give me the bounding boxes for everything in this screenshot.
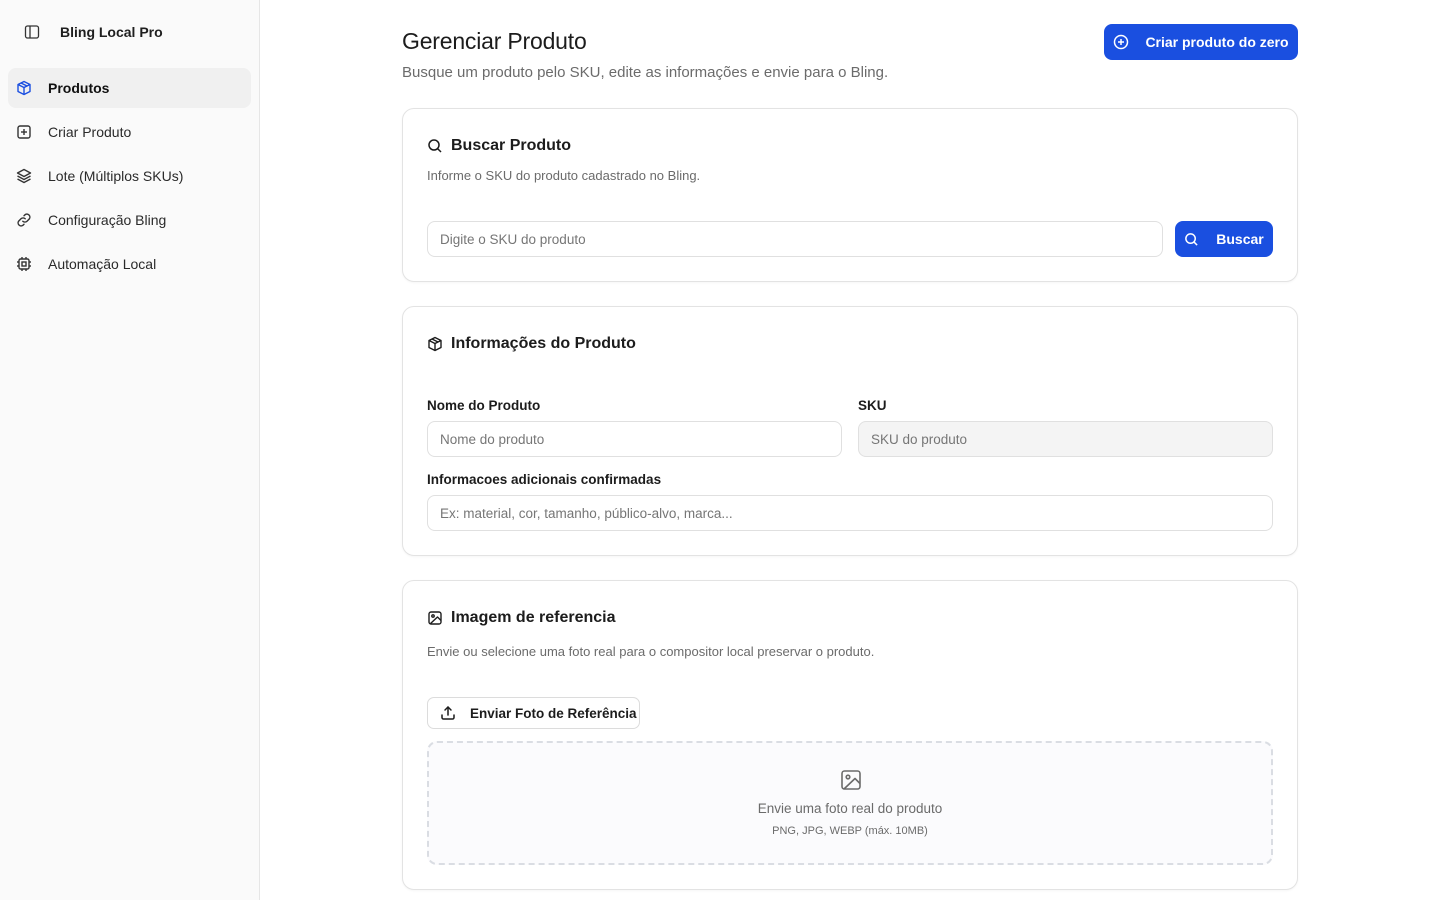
search-button-label: Buscar [1216, 231, 1264, 247]
layers-icon [16, 168, 32, 184]
search-icon [427, 138, 443, 154]
search-card-title-text: Buscar Produto [451, 137, 572, 154]
plus-square-icon [16, 124, 32, 140]
image-placeholder-icon [840, 769, 862, 791]
search-button[interactable]: Buscar [1175, 221, 1273, 257]
sidebar-item-criar-produto[interactable]: Criar Produto [8, 112, 251, 152]
create-product-label: Criar produto do zero [1145, 34, 1289, 50]
product-info-card: Informações do Produto Nome do Produto S… [402, 306, 1298, 556]
reference-image-card-description: Envie ou selecione uma foto real para o … [427, 644, 875, 659]
sidebar-nav: Produtos Criar Produto Lote (Múltiplos S… [8, 68, 251, 288]
sidebar-item-produtos[interactable]: Produtos [8, 68, 251, 108]
search-card-description: Informe o SKU do produto cadastrado no B… [427, 168, 701, 183]
sidebar-item-label: Produtos [48, 80, 110, 96]
reference-image-card-title: Imagem de referencia [427, 609, 616, 627]
app-name: Bling Local Pro [60, 24, 163, 40]
product-name-label: Nome do Produto [427, 398, 541, 413]
search-icon [1184, 232, 1199, 247]
search-card-title: Buscar Produto [427, 137, 571, 155]
page-title: Gerenciar Produto [402, 28, 587, 54]
dropzone-hint: PNG, JPG, WEBP (máx. 10MB) [772, 825, 928, 837]
sku-input [858, 421, 1273, 457]
sidebar-item-lote[interactable]: Lote (Múltiplos SKUs) [8, 156, 251, 196]
reference-image-card-title-text: Imagem de referencia [451, 609, 616, 626]
page-subtitle: Busque um produto pelo SKU, edite as inf… [402, 64, 889, 81]
reference-image-card: Imagem de referencia Envie ou selecione … [402, 580, 1298, 890]
dropzone-title: Envie uma foto real do produto [757, 801, 943, 816]
sidebar-header: Bling Local Pro [24, 22, 163, 42]
product-info-card-title: Informações do Produto [427, 335, 636, 353]
upload-reference-button[interactable]: Enviar Foto de Referência [427, 697, 640, 729]
extra-info-label: Informacoes adicionais confirmadas [427, 472, 662, 487]
cpu-icon [16, 256, 32, 272]
package-icon [16, 80, 32, 96]
extra-info-input[interactable] [427, 495, 1273, 531]
upload-icon [440, 705, 456, 721]
image-icon [427, 610, 443, 626]
link-icon [16, 212, 32, 228]
sku-label: SKU [858, 398, 887, 413]
package-icon [427, 336, 443, 352]
upload-reference-label: Enviar Foto de Referência [470, 705, 637, 721]
sku-search-input[interactable] [427, 221, 1163, 257]
product-info-card-title-text: Informações do Produto [451, 335, 636, 352]
sidebar-item-label: Configuração Bling [48, 212, 167, 228]
image-dropzone[interactable]: Envie uma foto real do produto PNG, JPG,… [427, 741, 1273, 865]
sidebar-item-label: Lote (Múltiplos SKUs) [48, 168, 184, 184]
sidebar: Bling Local Pro Produtos Criar Produto L… [0, 0, 260, 900]
sidebar-item-configuracao-bling[interactable]: Configuração Bling [8, 200, 251, 240]
sidebar-item-label: Criar Produto [48, 124, 132, 140]
sidebar-toggle-icon[interactable] [24, 24, 40, 40]
sidebar-item-automacao-local[interactable]: Automação Local [8, 244, 251, 284]
create-product-button[interactable]: Criar produto do zero [1104, 24, 1298, 60]
sidebar-item-label: Automação Local [48, 256, 157, 272]
search-card: Buscar Produto Informe o SKU do produto … [402, 108, 1298, 282]
product-name-input[interactable] [427, 421, 842, 457]
plus-circle-icon [1113, 34, 1129, 50]
